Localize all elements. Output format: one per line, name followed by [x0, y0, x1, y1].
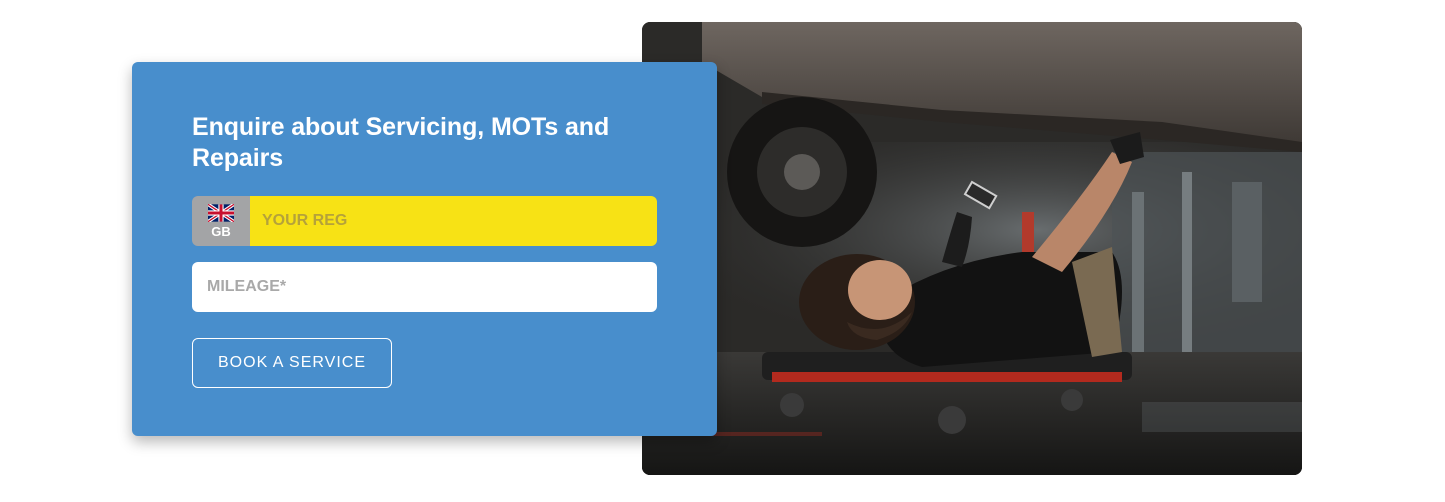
book-service-button[interactable]: BOOK A SERVICE: [192, 338, 392, 388]
mileage-input[interactable]: [192, 262, 657, 312]
enquiry-section: Enquire about Servicing, MOTs and Repair…: [0, 0, 1445, 502]
country-badge: GB: [192, 196, 250, 246]
registration-input[interactable]: [250, 196, 657, 246]
enquiry-card: Enquire about Servicing, MOTs and Repair…: [132, 62, 717, 436]
mechanic-photo: [642, 22, 1302, 475]
uk-flag-icon: [208, 203, 234, 222]
country-code: GB: [211, 223, 231, 239]
mechanic-illustration: [642, 22, 1302, 475]
registration-field: GB: [192, 196, 657, 246]
enquiry-title: Enquire about Servicing, MOTs and Repair…: [192, 113, 610, 172]
